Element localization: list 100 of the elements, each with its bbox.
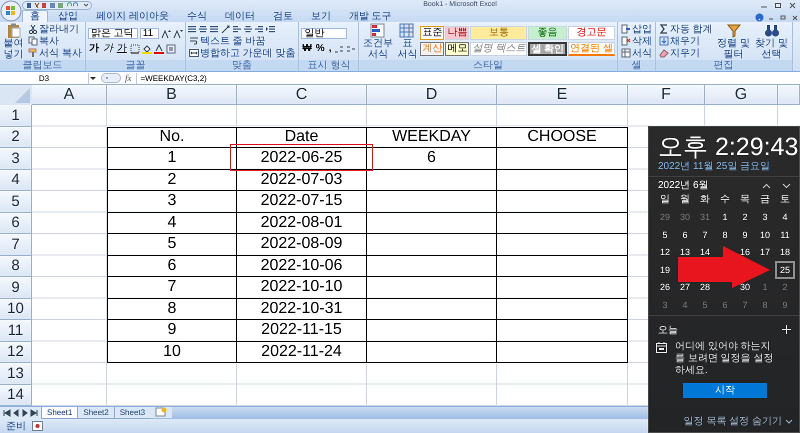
row-header[interactable]: 4 [0,170,32,191]
insert-sheet-icon[interactable] [150,407,172,418]
calendar-day[interactable]: 3 [762,213,768,222]
row-header[interactable]: 12 [0,342,32,363]
cell-style-swatch[interactable]: 경고문 [568,26,615,40]
toolbar-button[interactable]: 서식 [620,47,653,59]
font-color-icon[interactable] [154,44,164,54]
calendar-day[interactable]: 11 [780,230,790,239]
row-header[interactable]: 6 [0,212,32,234]
row-header[interactable]: 1 [0,105,32,126]
calendar-day[interactable]: 25 [775,261,795,278]
sheet-nav-icon[interactable] [3,409,11,417]
number-format-button[interactable]: , [328,42,332,54]
row-header[interactable]: 5 [0,191,32,212]
column-header[interactable]: E [497,85,628,105]
toolbar-button[interactable]: 채우기 [658,35,714,47]
column-header[interactable]: F [628,85,705,105]
column-header[interactable]: D [367,85,497,105]
ribbon-tab[interactable]: 보기 [302,10,339,22]
calendar-day[interactable]: 9 [742,230,748,239]
row-header[interactable]: 14 [0,384,32,406]
column-header[interactable]: A [32,85,107,105]
row-header[interactable]: 2 [0,126,32,148]
date-link[interactable]: 2022년 11월 25일 금요일 [658,161,770,173]
grow-font-icon[interactable] [160,28,171,38]
ribbon-tab[interactable]: 검토 [264,10,301,22]
align-icon[interactable] [254,24,264,34]
dropdown-icon[interactable] [89,74,97,82]
calendar-day[interactable]: 16 [740,248,750,256]
toolbar-button[interactable]: 찾기 및 선택 [754,22,790,60]
cell-style-swatch[interactable]: 보통 [470,26,528,40]
cell-style-swatch[interactable]: 나쁨 [445,26,470,40]
toolbar-button[interactable]: 복사 [27,35,83,47]
sheet-tab[interactable]: Sheet3 [114,407,152,419]
toolbar-button[interactable]: 잘라내기 [27,23,83,35]
ribbon-tab[interactable]: 수식 [178,10,215,22]
calendar-day[interactable]: 3 [662,300,668,309]
calendar-day[interactable]: 10 [760,230,770,239]
calendar-day[interactable]: 1 [722,213,728,222]
calendar-day[interactable]: 18 [780,248,790,256]
formula-field[interactable]: =WEEKDAY(C3,2) [136,72,800,84]
column-header[interactable]: B [107,85,237,105]
align-icon[interactable] [210,24,219,34]
font-style-button[interactable]: 가 [116,42,128,54]
column-header[interactable]: G [705,85,778,105]
calendar-day[interactable]: 5 [662,230,668,239]
calendar-day[interactable]: 6 [682,230,688,239]
calendar-day[interactable]: 7 [702,230,708,239]
calendar-day[interactable]: 14 [700,248,710,256]
toolbar-button[interactable]: 삽입 [620,23,653,35]
name-box[interactable]: D3 [0,72,89,84]
decrease-decimal-icon[interactable] [346,44,356,54]
office-button-icon[interactable] [0,0,22,22]
align-icon[interactable] [232,24,242,34]
calendar-day[interactable]: 28 [700,283,710,292]
border-icon[interactable] [130,44,140,54]
toolbar-button[interactable]: 서식 복사 [27,47,83,59]
cell-style-swatch[interactable]: 좋음 [528,26,568,40]
number-format-field[interactable]: 일반 [301,28,348,39]
toolbar-button[interactable]: 텍스트 줄 바꿈 [188,35,296,47]
row-header[interactable]: 8 [0,256,32,277]
calendar-day[interactable]: 30 [740,283,750,292]
toolbar-button[interactable]: 병합하고 가운데 맞춤 [188,47,296,59]
restore-icon[interactable] [778,13,788,22]
toolbar-button[interactable]: 지우기 [658,47,714,59]
ribbon-tab[interactable]: 홈 [22,10,48,22]
calendar-day[interactable]: 5 [702,300,708,309]
calendar-day[interactable]: 9 [782,300,788,309]
font-style-button[interactable]: 가 [102,42,114,54]
shrink-font-icon[interactable] [172,28,183,38]
fill-color-icon[interactable] [142,44,152,54]
row-header[interactable]: 11 [0,320,32,342]
insert-function-button[interactable]: fx [125,73,132,83]
close-icon[interactable] [790,13,800,22]
macro-record-icon[interactable] [32,421,43,431]
calendar-day[interactable]: 27 [680,283,690,292]
ribbon-tab[interactable]: 데이터 [216,10,263,22]
plus-icon[interactable] [782,325,791,334]
align-icon[interactable] [188,24,197,34]
calendar-day[interactable]: 12 [660,248,670,256]
toolbar-button[interactable]: 삭제 [620,35,653,47]
restore-icon[interactable] [772,0,784,10]
number-format-button[interactable]: % [314,42,326,54]
calendar-day[interactable]: 13 [680,248,690,256]
column-header[interactable]: C [237,85,367,105]
toolbar-button[interactable]: 조건부 서식 [361,22,394,60]
orientation-icon[interactable] [220,24,231,34]
help-icon[interactable] [755,13,764,22]
number-format-button[interactable]: ₩ [301,42,313,54]
cell-style-swatch[interactable]: 설명 텍스트 [470,42,528,56]
toolbar-button[interactable]: 자동 합계 [658,23,714,35]
row-header[interactable]: 7 [0,234,32,256]
row-header[interactable]: 13 [0,363,32,384]
month-label[interactable]: 2022년 6월 [658,180,762,191]
ribbon-tab[interactable]: 페이지 레이아웃 [88,10,177,22]
cell-style-swatch[interactable]: 표준 [420,26,444,40]
calendar-day[interactable]: 2 [742,213,748,222]
font-style-button[interactable]: 가 [88,42,100,54]
chevron-up-icon[interactable] [762,182,771,188]
paste-button[interactable]: 붙여넣기 [2,22,25,60]
